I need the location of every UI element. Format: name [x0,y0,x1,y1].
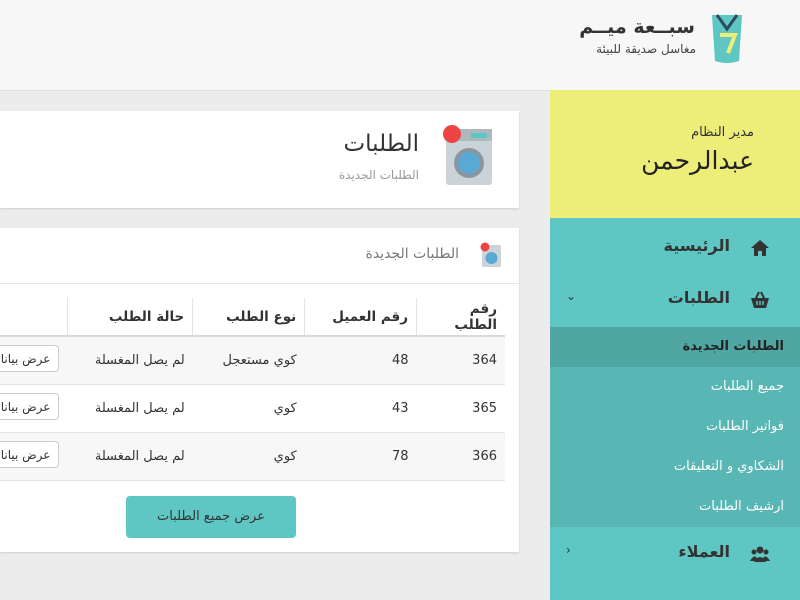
view-details-button[interactable]: عرض بيانات [0,441,60,468]
table-row: 364 48 كوي مستعجل لم يصل المغسلة عرض بيا… [0,336,505,385]
column-header-client-id[interactable]: رقم العميل [304,298,417,337]
cell-order-status: لم يصل المغسلة [67,432,193,481]
cell-action: عرض بيانات [0,432,68,481]
view-details-button[interactable]: عرض بيانات [0,393,60,420]
chevron-down-icon: ⌄ [566,289,577,303]
column-header-actions [0,298,68,337]
submenu-item-label: فواتير الطلبات [705,419,784,434]
cell-order-status: لم يصل المغسلة [67,384,193,433]
basket-icon [751,291,769,308]
submenu-item-label: ارشيف الطلبات [699,499,784,514]
cell-order-status: لم يصل المغسلة [67,336,193,385]
sidebar-item-label: الرئيسية [663,236,731,255]
home-icon [751,240,769,256]
submenu-item-archive[interactable]: ارشيف الطلبات [550,487,800,527]
sidebar-item-orders[interactable]: ⌄ الطلبات [550,274,800,326]
brand-name: سبــعة ميــم [579,16,695,38]
brand-tagline: مغاسل صديقة للبيئة [596,42,696,56]
submenu-item-label: جميع الطلبات [710,379,784,394]
sidebar-item-clients[interactable]: › العملاء [550,528,800,580]
submenu-item-label: الشكاوي و التعليقات [673,459,784,474]
orders-submenu: الطلبات الجديدة جميع الطلبات فواتير الطل… [550,327,800,527]
washing-machine-icon [443,125,492,185]
page-header-card: الطلبات الطلبات الجديدة [0,111,519,208]
users-icon [750,546,770,562]
orders-table: رقم الطلب رقم العميل نوع الطلب حالة الطل… [0,298,505,481]
sidebar-item-home[interactable]: الرئيسية [550,222,800,274]
submenu-item-invoices[interactable]: فواتير الطلبات [550,407,800,447]
submenu-item-all-orders[interactable]: جميع الطلبات [550,367,800,407]
sidebar-item-label: العملاء [678,542,730,561]
sidebar: مدير النظام عبدالرحمن الرئيسية ⌄ الطلبات… [550,90,800,600]
view-details-button[interactable]: عرض بيانات [0,345,60,372]
table-row: 366 78 كوي لم يصل المغسلة عرض بيانات [0,432,505,481]
cell-client-id: 78 [304,432,417,481]
top-header: سبــعة ميــم مغاسل صديقة للبيئة [0,0,800,91]
cell-order-id: 365 [416,384,505,433]
submenu-item-new-orders[interactable]: الطلبات الجديدة [550,327,800,367]
cell-order-id: 364 [416,336,505,385]
cell-order-type: كوي [192,432,305,481]
cell-client-id: 43 [304,384,417,433]
table-header-row: رقم الطلب رقم العميل نوع الطلب حالة الطل… [0,298,505,337]
table-row: 365 43 كوي لم يصل المغسلة عرض بيانات [0,384,505,433]
cell-order-type: كوي [192,384,305,433]
chevron-left-icon: › [566,543,571,557]
cell-client-id: 48 [304,336,417,385]
panel-header: الطلبات الجديدة [0,228,519,284]
page-subtitle: الطلبات الجديدة [338,168,419,182]
cell-action: عرض بيانات [0,336,68,385]
column-header-order-id[interactable]: رقم الطلب [416,298,505,337]
panel-title: الطلبات الجديدة [365,246,459,262]
submenu-item-label: الطلبات الجديدة [682,339,784,354]
new-orders-panel: الطلبات الجديدة رقم الطلب رقم العميل نوع… [0,228,519,552]
logo-icon[interactable] [709,13,745,65]
page-title: الطلبات [343,131,419,157]
user-name: عبدالرحمن [641,146,754,175]
washing-machine-icon [480,242,501,267]
cell-action: عرض بيانات [0,384,68,433]
submenu-item-complaints[interactable]: الشكاوي و التعليقات [550,447,800,487]
cell-order-id: 366 [416,432,505,481]
sidebar-item-label: الطلبات [667,288,730,307]
show-all-orders-button[interactable]: عرض جميع الطلبات [126,496,296,538]
column-header-order-type[interactable]: نوع الطلب [192,298,305,337]
column-header-order-status[interactable]: حالة الطلب [66,298,193,337]
user-profile: مدير النظام عبدالرحمن [550,90,800,218]
cell-order-type: كوي مستعجل [192,336,305,385]
user-role: مدير النظام [691,125,754,140]
